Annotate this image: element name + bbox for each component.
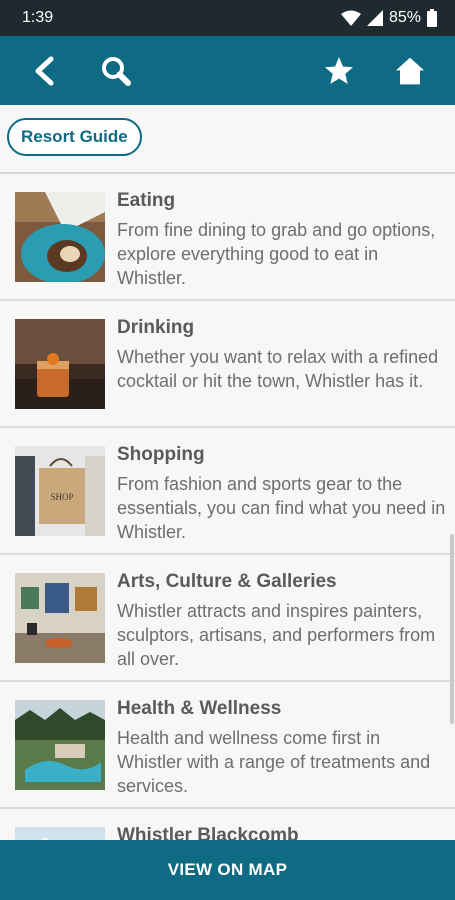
list-item-whistler-blackcomb[interactable]: Whistler Blackcomb xyxy=(0,809,455,840)
arts-thumbnail xyxy=(15,573,105,663)
category-list: Eating From fine dining to grab and go o… xyxy=(0,174,455,840)
home-icon xyxy=(396,57,424,85)
item-title: Drinking xyxy=(117,317,195,338)
search-icon xyxy=(102,57,131,86)
item-title: Eating xyxy=(117,190,176,211)
chevron-left-icon xyxy=(35,56,54,86)
status-bar: 1:39 85% xyxy=(0,0,455,36)
item-description: From fashion and sports gear to the esse… xyxy=(117,474,446,542)
back-button[interactable] xyxy=(24,50,66,92)
health-thumbnail xyxy=(15,700,105,790)
item-description: From fine dining to grab and go options,… xyxy=(117,220,436,288)
drinking-thumbnail xyxy=(15,319,105,409)
scrollbar[interactable] xyxy=(450,534,454,724)
wifi-icon xyxy=(340,10,361,26)
view-on-map-button[interactable]: VIEW ON MAP xyxy=(0,840,455,900)
item-description: Whistler attracts and inspires painters,… xyxy=(117,601,436,669)
list-item-eating[interactable]: Eating From fine dining to grab and go o… xyxy=(0,174,455,301)
list-item-drinking[interactable]: Drinking Whether you want to relax with … xyxy=(0,301,455,428)
resort-guide-chip[interactable]: Resort Guide xyxy=(7,118,142,156)
home-button[interactable] xyxy=(389,50,431,92)
shopping-thumbnail: SHOP xyxy=(15,446,105,536)
signal-icon xyxy=(366,10,383,26)
battery-icon xyxy=(427,9,437,27)
shop-bag-text: SHOP xyxy=(50,492,73,502)
status-time: 1:39 xyxy=(22,9,54,26)
item-title: Arts, Culture & Galleries xyxy=(117,571,337,592)
eating-thumbnail xyxy=(15,192,105,282)
list-item-health[interactable]: Health & Wellness Health and wellness co… xyxy=(0,682,455,809)
battery-level: 85% xyxy=(388,9,421,26)
item-title: Health & Wellness xyxy=(117,698,282,719)
item-description: Health and wellness come first in Whistl… xyxy=(117,728,431,796)
app-bar xyxy=(0,36,455,105)
favorite-button[interactable] xyxy=(318,50,360,92)
whistler-blackcomb-thumbnail xyxy=(15,827,105,840)
list-item-arts[interactable]: Arts, Culture & Galleries Whistler attra… xyxy=(0,555,455,682)
status-icons: 85% xyxy=(340,9,437,27)
item-description: Whether you want to relax with a refined… xyxy=(117,347,439,391)
list-item-shopping[interactable]: SHOP Shopping From fashion and sports ge… xyxy=(0,428,455,555)
item-title: Shopping xyxy=(117,444,205,465)
star-icon xyxy=(325,57,353,84)
tag-row: Resort Guide xyxy=(0,105,455,173)
search-button[interactable] xyxy=(95,50,137,92)
item-title: Whistler Blackcomb xyxy=(117,825,299,840)
